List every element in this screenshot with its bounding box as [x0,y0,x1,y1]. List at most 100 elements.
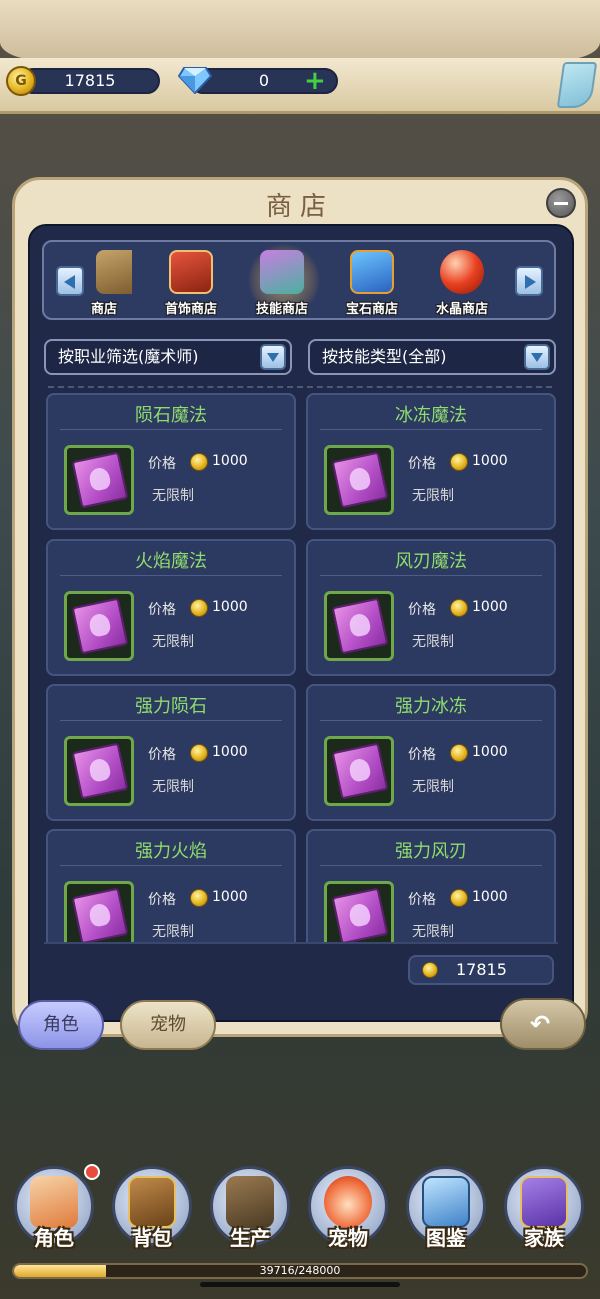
nav-label: 生产 [230,1226,270,1250]
gem-shop-icon [350,250,394,294]
tab-role[interactable]: 角色 [18,1000,104,1050]
category-label: 水晶商店 [435,302,488,317]
home-indicator[interactable] [200,1282,400,1287]
character-icon [30,1176,78,1228]
nav-label: 背包 [132,1226,172,1250]
gold-value: 17815 [64,71,116,90]
item-name: 火焰魔法 [135,551,207,572]
class-filter-value: 按职业筛选(魔术师) [58,347,199,366]
spellbook-icon [71,451,129,509]
shop-title: 商店 [265,192,334,222]
pet-shop-icon [96,250,132,294]
card-divider [320,575,542,576]
shop-item-card[interactable]: 强力火焰 价格 1000 无限制 [46,829,296,942]
add-gems-button[interactable]: + [304,68,326,94]
item-name: 冰冻魔法 [395,405,467,426]
purchase-limit: 无限制 [412,634,454,650]
purchase-limit: 无限制 [152,634,194,650]
category-jewelry-shop[interactable]: 首饰商店 [151,246,231,318]
price-label: 价格 [148,747,176,763]
skill-type-filter-dropdown[interactable]: 按技能类型(全部) [308,339,556,375]
item-name: 强力冰冻 [395,696,467,717]
price-label: 价格 [148,456,176,472]
nav-codex[interactable]: 图鉴 [402,1166,490,1256]
item-price: 1000 [472,453,508,469]
tab-pet[interactable]: 宠物 [120,1000,216,1050]
top-banner-art [0,0,600,60]
price-label: 价格 [408,456,436,472]
card-divider [60,429,282,430]
shop-item-card[interactable]: 冰冻魔法 价格 1000 无限制 [306,393,556,530]
nav-character[interactable]: 角色 [10,1166,98,1256]
item-name: 强力火焰 [135,841,207,862]
category-next-button[interactable] [515,266,543,296]
nav-label: 角色 [34,1226,74,1250]
nav-production[interactable]: 生产 [206,1166,294,1256]
shop-item-card[interactable]: 陨石魔法 价格 1000 无限制 [46,393,296,530]
nav-backpack[interactable]: 背包 [108,1166,196,1256]
card-divider [60,720,282,721]
spellbook-icon [71,742,129,800]
crystal-shop-icon [440,250,484,294]
card-divider [60,865,282,866]
chevron-down-icon [524,344,550,370]
skill-filter-value: 按技能类型(全部) [322,347,447,366]
card-divider [60,575,282,576]
item-icon-frame [324,591,394,661]
item-name: 风刃魔法 [395,551,467,572]
item-icon-frame [64,591,134,661]
category-skill-shop[interactable]: 技能商店 [242,246,322,318]
item-price: 1000 [472,744,508,760]
category-gem-shop[interactable]: 宝石商店 [332,246,412,318]
gold-counter: 17815 [20,68,160,94]
category-label: 宝石商店 [345,302,398,317]
item-icon-frame [64,445,134,515]
chevron-down-icon [260,344,286,370]
book-emblem [87,466,112,492]
price-label: 价格 [408,892,436,908]
nav-label: 图鉴 [426,1226,466,1250]
spellbook-icon [71,597,129,655]
item-name: 强力风刃 [395,841,467,862]
price-label: 价格 [408,747,436,763]
category-label: 首饰商店 [164,302,217,317]
nav-family[interactable]: 家族 [500,1166,588,1256]
book-emblem [347,757,372,783]
gold-coin-icon [190,599,208,617]
minimize-button[interactable] [546,188,576,218]
item-price: 1000 [472,889,508,905]
spellbook-icon [71,887,129,942]
class-filter-dropdown[interactable]: 按职业筛选(魔术师) [44,339,292,375]
purchase-limit: 无限制 [412,488,454,504]
divider [44,942,558,944]
item-price: 1000 [212,599,248,615]
shop-item-card[interactable]: 强力陨石 价格 1000 无限制 [46,684,296,821]
category-pet-shop[interactable]: 商店 [76,246,132,318]
skill-item-grid[interactable]: 陨石魔法 价格 1000 无限制 冰冻魔法 价格 1000 无限制 火焰魔法 价… [40,390,564,942]
right-arrow-icon [525,275,536,289]
item-price: 1000 [212,453,248,469]
shop-item-card[interactable]: 强力风刃 价格 1000 无限制 [306,829,556,942]
diamond-icon [178,67,212,94]
notification-badge [84,1164,100,1180]
purchase-limit: 无限制 [152,924,194,940]
gold-coin-icon [190,453,208,471]
gold-coin-icon [450,744,468,762]
category-label: 技能商店 [255,302,308,317]
card-divider [320,720,542,721]
return-arrow-icon: ↶ [530,1010,551,1038]
gold-balance-value: 17815 [456,960,507,979]
card-divider [320,865,542,866]
category-crystal-shop[interactable]: 水晶商店 [422,246,502,318]
nav-pet[interactable]: 宠物 [304,1166,392,1256]
item-icon-frame [324,736,394,806]
purchase-limit: 无限制 [412,779,454,795]
shop-item-card[interactable]: 火焰魔法 价格 1000 无限制 [46,539,296,676]
back-button[interactable]: ↶ [500,998,586,1050]
gold-coin-icon [190,744,208,762]
shop-item-card[interactable]: 强力冰冻 价格 1000 无限制 [306,684,556,821]
item-name: 强力陨石 [135,696,207,717]
book-emblem [87,902,112,928]
shop-item-card[interactable]: 风刃魔法 价格 1000 无限制 [306,539,556,676]
spellbook-icon [331,597,389,655]
